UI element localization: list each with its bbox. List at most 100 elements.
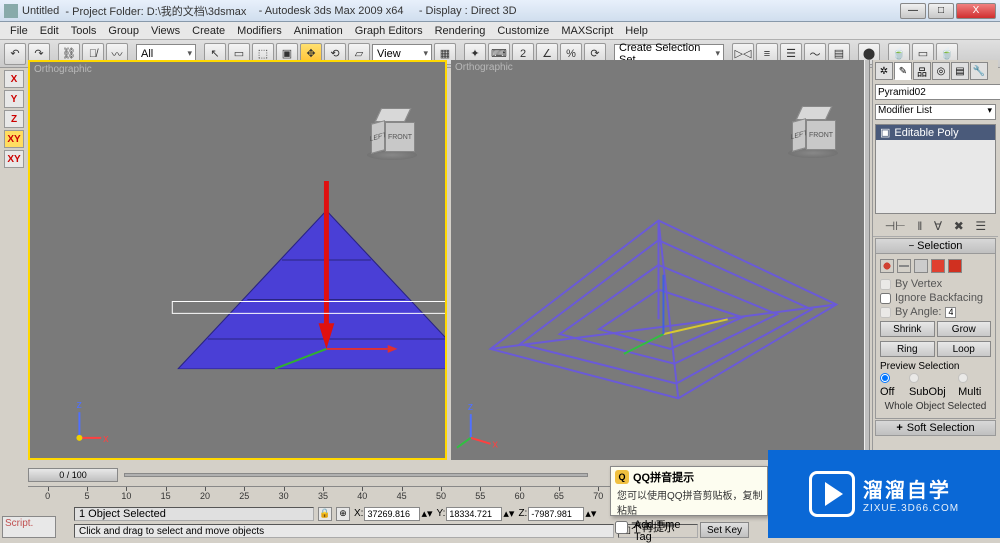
- command-panel-tabs: ✲ ✎ 品 ◎ ▤ 🔧: [873, 60, 998, 82]
- menu-tools[interactable]: Tools: [65, 25, 103, 37]
- script-listener[interactable]: Script.: [2, 516, 56, 538]
- remove-modifier-icon[interactable]: ✖: [954, 219, 964, 233]
- tab-utilities-icon[interactable]: 🔧: [970, 62, 988, 80]
- menu-animation[interactable]: Animation: [288, 25, 349, 37]
- maximize-button[interactable]: □: [928, 3, 954, 19]
- configure-sets-icon[interactable]: ☰: [975, 219, 986, 233]
- tab-modify-icon[interactable]: ✎: [894, 62, 912, 80]
- polygon-level-icon[interactable]: [931, 259, 945, 273]
- axis-x-button[interactable]: X: [4, 70, 24, 88]
- watermark-text-cn: 溜溜自学: [863, 474, 959, 503]
- menu-rendering[interactable]: Rendering: [429, 25, 492, 37]
- title-bar: Untitled - Project Folder: D:\我的文档\3dsma…: [0, 0, 1000, 22]
- axis-z-button[interactable]: Z: [4, 110, 24, 128]
- prompt-line: Click and drag to select and move object…: [74, 524, 614, 538]
- menu-customize[interactable]: Customize: [491, 25, 555, 37]
- popup-icon: Q: [615, 470, 629, 484]
- make-unique-icon[interactable]: ∀: [934, 219, 942, 233]
- undo-button[interactable]: ↶: [4, 43, 26, 65]
- project-folder: - Project Folder: D:\我的文档\3dsmax: [65, 3, 246, 19]
- menu-views[interactable]: Views: [145, 25, 186, 37]
- menu-edit[interactable]: Edit: [34, 25, 65, 37]
- transform-mode-icon[interactable]: ⊕: [336, 507, 350, 521]
- panel-resize-grip[interactable]: [864, 60, 870, 458]
- play-icon: [809, 471, 855, 517]
- popup-dont-show-checkbox[interactable]: 不再提示: [615, 517, 763, 535]
- tab-display-icon[interactable]: ▤: [951, 62, 969, 80]
- stack-item-editable-poly[interactable]: ▣ Editable Poly: [876, 125, 995, 140]
- viewport-left[interactable]: Orthographic LEFT FRONT z: [28, 60, 447, 460]
- by-vertex-checkbox[interactable]: By Vertex: [880, 277, 991, 291]
- ring-button[interactable]: Ring: [880, 341, 935, 357]
- border-level-icon[interactable]: [914, 259, 928, 273]
- selection-lock-icon[interactable]: 🔒: [318, 507, 332, 521]
- svg-text:x: x: [103, 433, 109, 445]
- vertex-level-icon[interactable]: [880, 259, 894, 273]
- doc-title: Untitled: [22, 5, 59, 17]
- axis-y-button[interactable]: Y: [4, 90, 24, 108]
- app-name: - Autodesk 3ds Max 2009 x64: [259, 5, 404, 17]
- element-level-icon[interactable]: [948, 259, 962, 273]
- coord-y-field[interactable]: [446, 507, 502, 521]
- edge-level-icon[interactable]: [897, 259, 911, 273]
- app-icon: [4, 4, 18, 18]
- modifier-list-dropdown[interactable]: Modifier List: [875, 104, 996, 120]
- minimize-button[interactable]: —: [900, 3, 926, 19]
- popup-title: QQ拼音提示: [633, 469, 694, 485]
- menu-graph-editors[interactable]: Graph Editors: [349, 25, 429, 37]
- coord-z-field[interactable]: [528, 507, 584, 521]
- tab-create-icon[interactable]: ✲: [875, 62, 893, 80]
- coord-x-field[interactable]: [364, 507, 420, 521]
- svg-text:z: z: [76, 399, 81, 411]
- display-mode: - Display : Direct 3D: [419, 5, 517, 17]
- axis-constraint-toolbar: X Y Z XY XY: [2, 68, 26, 168]
- preview-multi-radio[interactable]: Multi: [958, 373, 991, 398]
- subobject-level-icons: [880, 257, 991, 277]
- tab-motion-icon[interactable]: ◎: [932, 62, 950, 80]
- pyramid-left-icon: z x: [30, 62, 445, 458]
- close-button[interactable]: X: [956, 3, 996, 19]
- viewport-area: Orthographic LEFT FRONT z: [28, 60, 866, 460]
- watermark-overlay: 溜溜自学 ZIXUE.3D66.COM: [768, 450, 1000, 538]
- object-name-field[interactable]: [875, 84, 1000, 100]
- ignore-backfacing-checkbox[interactable]: Ignore Backfacing: [880, 291, 991, 305]
- svg-text:x: x: [493, 439, 499, 451]
- tab-hierarchy-icon[interactable]: 品: [913, 62, 931, 80]
- menu-bar: File Edit Tools Group Views Create Modif…: [0, 22, 1000, 40]
- rollout-selection-header[interactable]: − Selection: [876, 239, 995, 254]
- pyramid-right-icon: z x: [451, 60, 866, 460]
- menu-group[interactable]: Group: [102, 25, 145, 37]
- preview-subobj-radio[interactable]: SubObj: [909, 373, 954, 398]
- loop-button[interactable]: Loop: [937, 341, 992, 357]
- qq-ime-popup: QQQ拼音提示 您可以使用QQ拼音剪贴板，复制粘贴 不再提示: [610, 466, 768, 516]
- expand-icon: ▣: [880, 126, 890, 139]
- rollout-selection: − Selection By Vertex Ignore Backfacing …: [875, 238, 996, 419]
- menu-maxscript[interactable]: MAXScript: [555, 25, 619, 37]
- selection-info: Whole Object Selected: [880, 398, 991, 415]
- preview-selection-label: Preview Selection: [880, 359, 991, 373]
- shrink-button[interactable]: Shrink: [880, 321, 935, 337]
- modifier-stack[interactable]: ▣ Editable Poly: [875, 124, 996, 214]
- show-end-result-icon[interactable]: ‖: [917, 219, 922, 233]
- by-angle-checkbox[interactable]: By Angle:: [880, 305, 991, 319]
- menu-modifiers[interactable]: Modifiers: [231, 25, 288, 37]
- pin-stack-icon[interactable]: ⊣⊢: [885, 219, 906, 233]
- stack-tools: ⊣⊢ ‖ ∀ ✖ ☰: [873, 216, 998, 237]
- rollout-soft-selection-header[interactable]: +Soft Selection: [875, 420, 996, 436]
- watermark-text-en: ZIXUE.3D66.COM: [863, 503, 959, 514]
- svg-text:z: z: [468, 401, 473, 413]
- by-angle-field[interactable]: [945, 307, 956, 318]
- selection-status: 1 Object Selected: [74, 507, 314, 521]
- axis-xy-button[interactable]: XY: [4, 130, 24, 148]
- axis-xy2-button[interactable]: XY: [4, 150, 24, 168]
- menu-help[interactable]: Help: [619, 25, 654, 37]
- time-slider[interactable]: 0 / 100: [28, 468, 588, 484]
- viewport-right[interactable]: Orthographic LEFT FRONT z: [451, 60, 866, 460]
- menu-create[interactable]: Create: [186, 25, 231, 37]
- menu-file[interactable]: File: [4, 25, 34, 37]
- popup-message: 您可以使用QQ拼音剪贴板，复制粘贴: [615, 485, 763, 517]
- grow-button[interactable]: Grow: [937, 321, 992, 337]
- time-ruler[interactable]: 0510 152025 303540 455055 606570: [28, 486, 618, 504]
- time-slider-handle[interactable]: 0 / 100: [28, 468, 118, 482]
- preview-off-radio[interactable]: Off: [880, 373, 905, 398]
